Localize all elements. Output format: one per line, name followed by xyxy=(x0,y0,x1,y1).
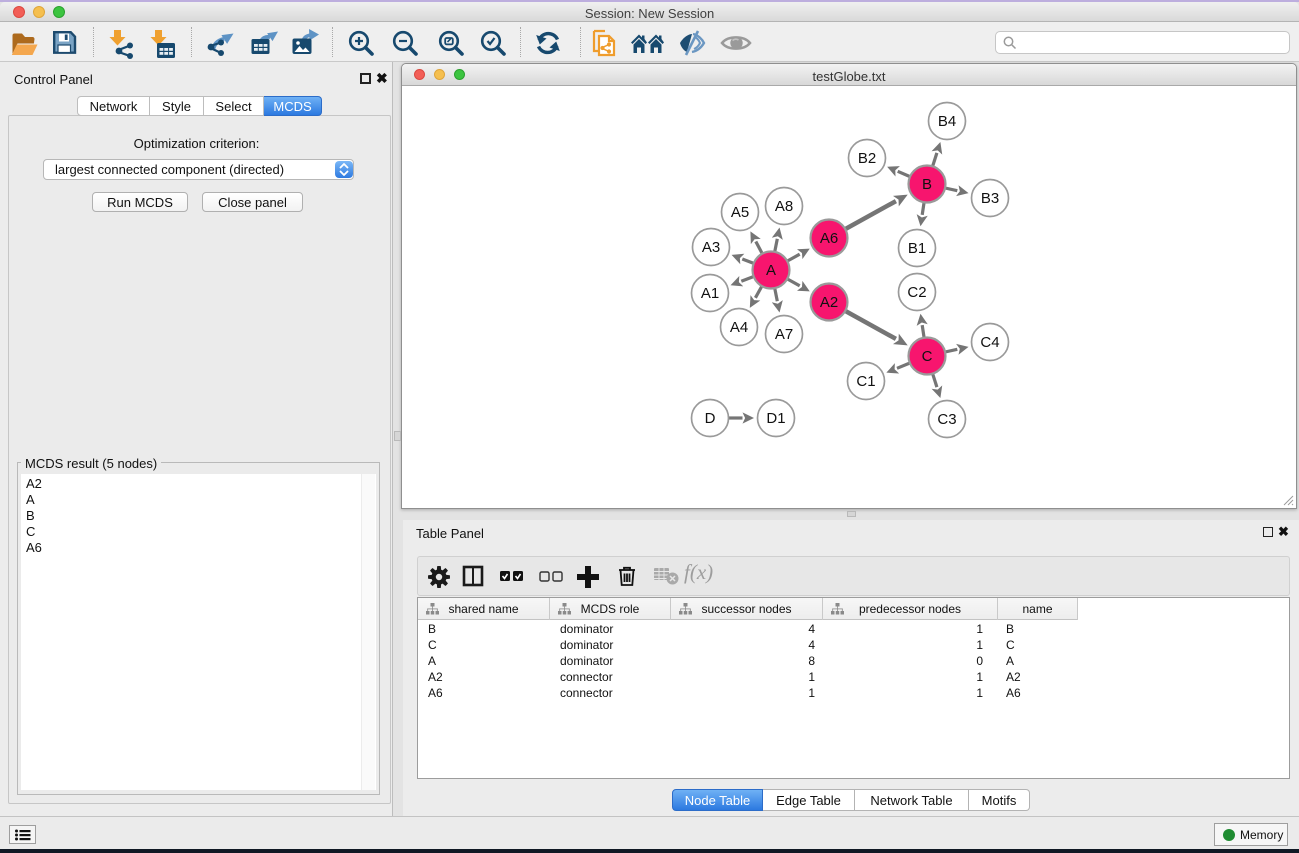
svg-text:D1: D1 xyxy=(766,410,785,427)
svg-text:C: C xyxy=(922,348,933,365)
svg-text:C3: C3 xyxy=(937,411,956,428)
svg-text:B3: B3 xyxy=(981,190,999,207)
svg-text:A1: A1 xyxy=(701,285,719,302)
svg-text:A3: A3 xyxy=(702,239,720,256)
svg-text:A6: A6 xyxy=(820,230,838,247)
svg-text:A4: A4 xyxy=(730,319,748,336)
svg-text:C2: C2 xyxy=(907,284,926,301)
svg-text:B1: B1 xyxy=(908,240,926,257)
svg-text:B2: B2 xyxy=(858,150,876,167)
svg-text:B: B xyxy=(922,176,932,193)
svg-text:A8: A8 xyxy=(775,198,793,215)
svg-text:C1: C1 xyxy=(856,373,875,390)
svg-text:A2: A2 xyxy=(820,294,838,311)
svg-text:A: A xyxy=(766,262,776,279)
svg-text:A7: A7 xyxy=(775,326,793,343)
svg-text:D: D xyxy=(705,410,716,427)
svg-text:B4: B4 xyxy=(938,113,956,130)
svg-text:C4: C4 xyxy=(980,334,999,351)
svg-text:A5: A5 xyxy=(731,204,749,221)
